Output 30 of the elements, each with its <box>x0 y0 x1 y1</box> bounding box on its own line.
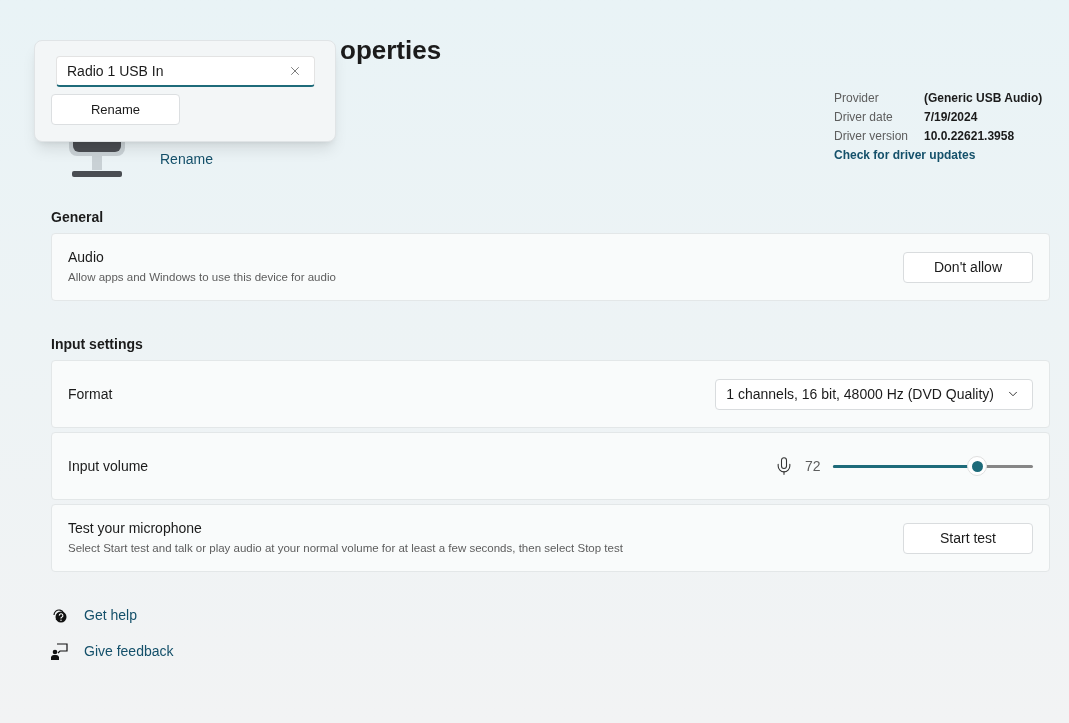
slider-thumb[interactable] <box>967 456 987 476</box>
driver-value: 10.0.22621.3958 <box>924 127 1015 145</box>
format-dropdown[interactable]: 1 channels, 16 bit, 48000 Hz (DVD Quality) <box>715 378 1033 410</box>
driver-label: Provider <box>834 89 880 107</box>
action-button[interactable]: Don't allow <box>903 251 1033 283</box>
driver-value: 7/19/2024 <box>924 108 978 126</box>
clear-icon[interactable] <box>288 64 302 78</box>
footer-link[interactable]: Get help <box>84 605 137 626</box>
driver-label: Driver version <box>834 127 909 145</box>
name-input-field[interactable]: Radio 1 USB In <box>56 56 315 87</box>
section-heading: General <box>51 208 104 227</box>
card-title: Test your microphone <box>68 519 203 539</box>
volume-slider[interactable] <box>833 456 1033 476</box>
driver-label: Driver date <box>834 108 894 126</box>
action-button[interactable]: Start test <box>903 522 1033 554</box>
card-description: Allow apps and Windows to use this device for audio <box>68 270 336 286</box>
page-title: operties <box>340 35 442 65</box>
rename-button[interactable]: Rename <box>51 94 180 125</box>
card-title: Format <box>68 384 113 404</box>
footer-link[interactable]: Give feedback <box>84 641 174 662</box>
card-description: Select Start test and talk or play audio at your normal volume for at least a few seconds, then select Stop test <box>68 541 623 557</box>
card-title: Input volume <box>68 456 149 476</box>
help-icon <box>51 607 68 624</box>
volume-reading: 72 <box>805 456 822 476</box>
driver-value: (Generic USB Audio) <box>924 89 1043 107</box>
driver-updates-link[interactable]: Check for driver updates <box>834 146 1050 164</box>
card-title: Audio <box>68 248 105 268</box>
rename-link[interactable]: Rename <box>160 149 213 170</box>
section-heading: Input settings <box>51 335 143 354</box>
feedback-icon <box>51 643 68 660</box>
